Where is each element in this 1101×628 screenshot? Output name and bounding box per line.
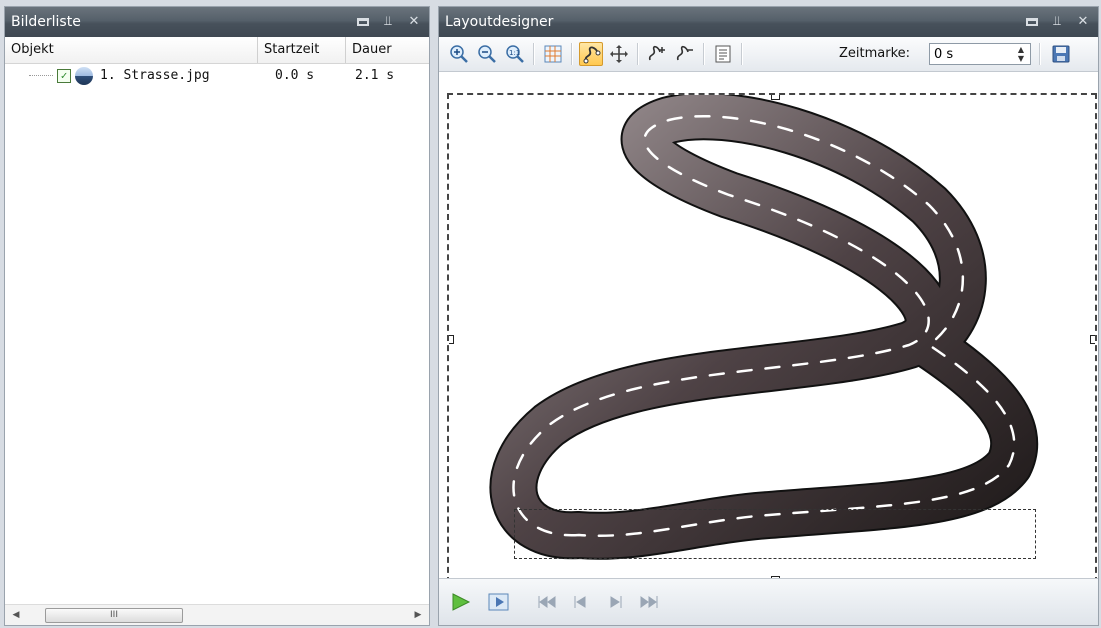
add-point-icon[interactable]	[645, 42, 669, 66]
skip-to-start-icon[interactable]	[535, 591, 559, 613]
pin-icon[interactable]: ⫫	[381, 7, 395, 37]
list-header: Objekt Startzeit Dauer	[5, 37, 429, 64]
bilderliste-titlebar: Bilderliste ⫫ ✕	[5, 7, 429, 37]
column-header-startzeit[interactable]: Startzeit	[257, 37, 345, 63]
scroll-thumb[interactable]: III	[45, 608, 183, 623]
layoutdesigner-panel: Layoutdesigner ⫫ ✕ 1:1 Zeitmarke: 0 s ▲ …	[438, 6, 1099, 626]
scroll-right-icon[interactable]: ▶	[409, 605, 427, 625]
item-name: 1. Strasse.jpg	[100, 68, 210, 83]
save-icon[interactable]	[1049, 42, 1073, 66]
playback-bar	[439, 578, 1098, 625]
zeitmarke-label: Zeitmarke:	[839, 46, 911, 61]
svg-text:1:1: 1:1	[509, 49, 520, 57]
step-back-icon[interactable]	[569, 591, 593, 613]
zoom-reset-icon[interactable]: 1:1	[503, 42, 527, 66]
resize-handle-right[interactable]	[1090, 335, 1095, 344]
zoom-out-icon[interactable]	[475, 42, 499, 66]
layoutdesigner-titlebar: Layoutdesigner ⫫ ✕	[439, 7, 1098, 37]
grid-icon[interactable]	[541, 42, 565, 66]
selection-rectangle[interactable]	[514, 509, 1036, 559]
properties-icon[interactable]	[711, 42, 735, 66]
panel-title: Bilderliste	[11, 14, 81, 30]
move-icon[interactable]	[607, 42, 631, 66]
zoom-in-icon[interactable]	[447, 42, 471, 66]
pin-icon[interactable]: ⫫	[1050, 7, 1064, 37]
list-item[interactable]: ✓ 1. Strasse.jpg 0.0 s 2.1 s	[5, 65, 429, 87]
scroll-left-icon[interactable]: ◀	[7, 605, 25, 625]
tree-connector	[29, 75, 53, 76]
skip-to-end-icon[interactable]	[637, 591, 661, 613]
column-header-dauer[interactable]: Dauer	[345, 37, 429, 63]
window-icon[interactable]	[1026, 18, 1038, 26]
close-icon[interactable]: ✕	[407, 7, 421, 37]
play-icon[interactable]	[449, 591, 473, 613]
layout-canvas[interactable]	[447, 93, 1097, 583]
path-edit-icon[interactable]	[579, 42, 603, 66]
close-icon[interactable]: ✕	[1076, 7, 1090, 37]
column-header-objekt[interactable]: Objekt	[5, 37, 257, 63]
panel-title: Layoutdesigner	[445, 14, 554, 30]
image-icon	[75, 67, 93, 85]
bilderliste-panel: Bilderliste ⫫ ✕ Objekt Startzeit Dauer ✓…	[4, 6, 430, 626]
item-dauer: 2.1 s	[355, 68, 395, 83]
visibility-checkbox[interactable]: ✓	[57, 69, 71, 83]
zeitmarke-spinner[interactable]: ▲ ▼	[1015, 45, 1027, 63]
resize-handle-left[interactable]	[449, 335, 454, 344]
layout-toolbar: 1:1 Zeitmarke: ▲▼	[439, 37, 1098, 72]
play-from-position-icon[interactable]	[487, 591, 511, 613]
horizontal-scrollbar[interactable]: ◀ III ▶	[5, 604, 429, 625]
remove-point-icon[interactable]	[673, 42, 697, 66]
item-startzeit: 0.0 s	[275, 68, 315, 83]
window-icon[interactable]	[357, 18, 369, 26]
step-forward-icon[interactable]	[603, 591, 627, 613]
resize-handle-top[interactable]	[771, 95, 780, 100]
